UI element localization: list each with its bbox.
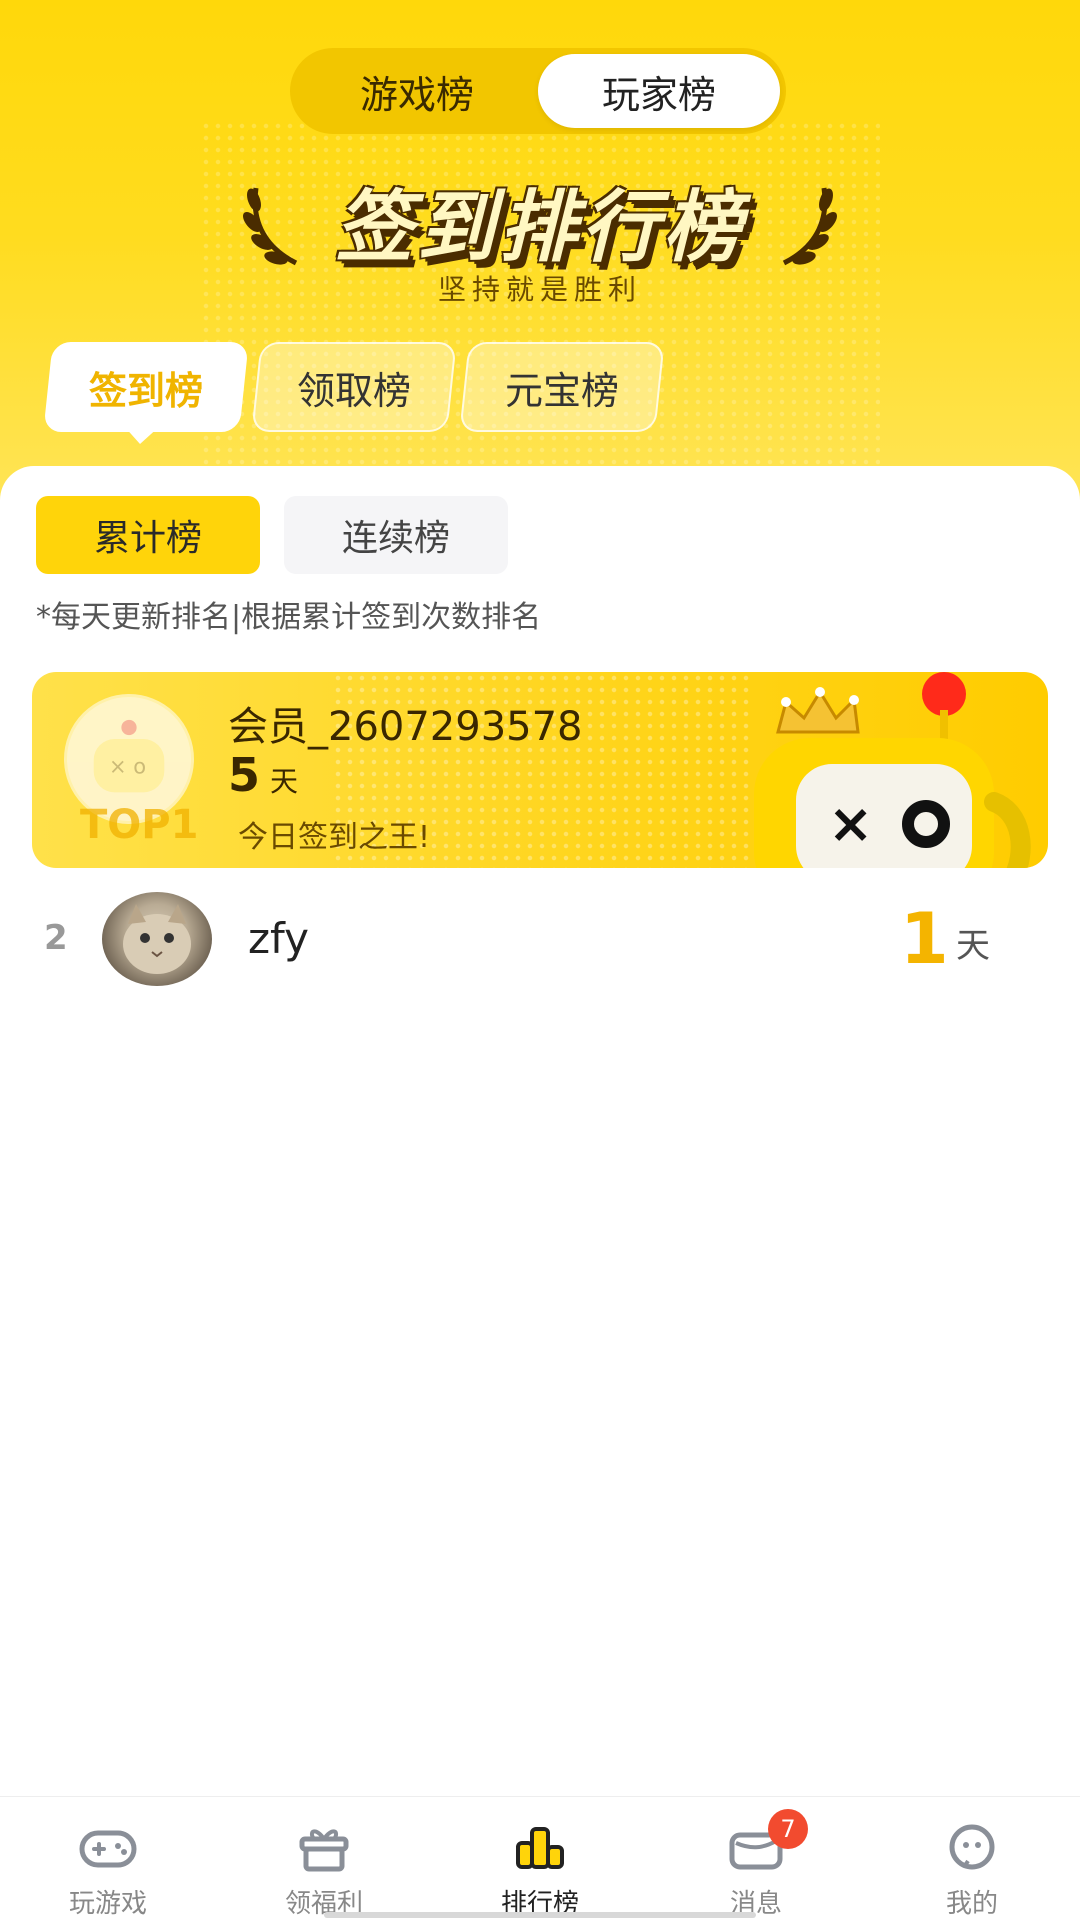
top1-days: 5天 <box>228 748 298 802</box>
gamepad-icon <box>79 1830 137 1868</box>
rank-subtabs: 累计榜 连续榜 <box>36 496 508 574</box>
player-rank-toggle[interactable]: 玩家榜 <box>538 54 780 128</box>
banner-subtitle: 坚持就是胜利 <box>437 273 642 306</box>
tab-claim-label: 领取榜 <box>296 368 411 413</box>
nav-messages[interactable]: 7 消息 <box>648 1797 864 1920</box>
rank-category-tabs: 签到榜 领取榜 元宝榜 <box>43 342 665 432</box>
nav-play-games-label: 玩游戏 <box>68 1889 147 1919</box>
top1-slogan: 今日签到之王! <box>238 820 431 855</box>
top1-days-unit: 天 <box>270 765 299 798</box>
subtab-consecutive[interactable]: 连续榜 <box>284 496 508 574</box>
gift-icon <box>299 1829 349 1872</box>
svg-text:×: × <box>828 792 873 855</box>
nav-ranking[interactable]: 排行榜 <box>432 1797 648 1920</box>
tab-checkin[interactable]: 签到榜 <box>43 342 249 432</box>
rank-type-toggle: 游戏榜 玩家榜 <box>290 48 786 134</box>
list-item-name: zfy <box>248 914 309 963</box>
home-indicator[interactable] <box>324 1912 756 1918</box>
ranking-note: *每天更新排名|根据累计签到次数排名 <box>36 600 542 635</box>
list-item[interactable]: 2 zfy 1 天 <box>0 878 1080 998</box>
bottom-nav: 玩游戏 领福利 排行榜 7 消息 我的 <box>0 1796 1080 1920</box>
tab-ingot-label: 元宝榜 <box>504 368 619 413</box>
profile-icon <box>949 1824 995 1870</box>
nav-play-games[interactable]: 玩游戏 <box>0 1797 216 1920</box>
crown-mascot-icon: × <box>754 672 1031 868</box>
ranking-icon <box>516 1827 564 1869</box>
top1-name: 会员_2607293578 <box>228 704 583 750</box>
tab-checkin-label: 签到榜 <box>88 368 203 413</box>
list-item-days: 1 <box>900 898 949 980</box>
list-item-avatar <box>102 892 212 986</box>
svg-text:× o: × o <box>109 754 146 778</box>
nav-profile-label: 我的 <box>945 1889 998 1919</box>
list-item-days-unit: 天 <box>956 926 990 966</box>
header-banner: 游戏榜 玩家榜 签到排行榜 坚持就是胜利 签到榜 领取榜 元宝榜 <box>0 0 1080 520</box>
banner-title: 签到排行榜 <box>335 165 745 277</box>
nav-welfare[interactable]: 领福利 <box>216 1797 432 1920</box>
nav-profile[interactable]: 我的 <box>864 1797 1080 1920</box>
list-item-rank: 2 <box>44 918 68 958</box>
message-badge: 7 <box>768 1809 808 1849</box>
tab-ingot[interactable]: 元宝榜 <box>459 342 665 432</box>
subtab-cumulative[interactable]: 累计榜 <box>36 496 260 574</box>
cat-avatar-icon <box>123 904 191 974</box>
game-rank-toggle[interactable]: 游戏榜 <box>296 54 538 128</box>
tab-claim[interactable]: 领取榜 <box>251 342 457 432</box>
top1-rank-label: TOP1 <box>80 802 199 848</box>
top1-days-value: 5 <box>228 748 261 802</box>
ranking-panel: 累计榜 连续榜 *每天更新排名|根据累计签到次数排名 × o TOP1 会员_2… <box>0 466 1080 1796</box>
top1-card[interactable]: × o TOP1 会员_2607293578 5天 今日签到之王! × <box>32 672 1048 868</box>
